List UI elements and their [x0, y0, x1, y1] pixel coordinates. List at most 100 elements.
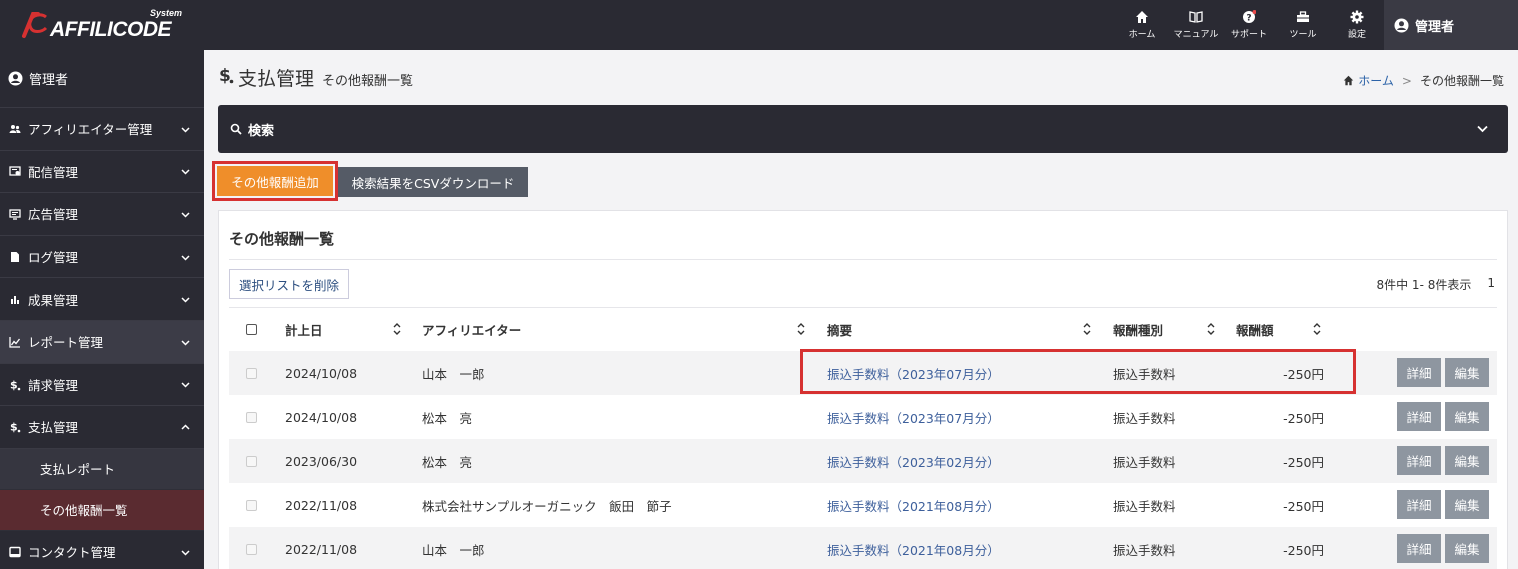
- table-row: 2024/10/08 山本 一郎 振込手数料（2023年07月分） 振込手数料 …: [229, 351, 1497, 395]
- search-icon: [230, 123, 242, 135]
- svg-text:$: $: [10, 378, 18, 391]
- pager-info: 8件中 1- 8件表示 1: [1376, 276, 1495, 293]
- sort-icon[interactable]: [1083, 322, 1091, 336]
- nav-manual[interactable]: マニュアル: [1170, 0, 1222, 50]
- monitor-icon: [9, 209, 21, 220]
- nav-settings[interactable]: 設定: [1340, 0, 1374, 50]
- cell-type: 振込手数料: [1113, 542, 1176, 558]
- search-toggle[interactable]: 検索: [218, 105, 1508, 153]
- user-name: 管理者: [1415, 19, 1455, 35]
- chevron-down-icon: [181, 340, 190, 346]
- sidebar-item-logs[interactable]: ログ管理: [0, 236, 204, 279]
- people-icon: [9, 124, 21, 133]
- sort-icon[interactable]: [393, 322, 401, 336]
- logo-text: AFFILICODE: [50, 18, 172, 41]
- table-row: 2022/11/08 山本 一郎 振込手数料（2021年08月分） 振込手数料 …: [229, 527, 1497, 569]
- edit-button[interactable]: 編集: [1445, 446, 1489, 475]
- nav-tools[interactable]: ツール: [1284, 0, 1322, 50]
- line-chart-icon: [9, 336, 21, 348]
- cell-summary-link[interactable]: 振込手数料（2021年08月分）: [827, 527, 1000, 569]
- chevron-down-icon: [181, 212, 190, 218]
- sidebar-subitem-payment-report[interactable]: 支払レポート: [0, 448, 204, 490]
- row-checkbox[interactable]: [246, 367, 257, 379]
- sidebar: 管理者 アフィリエイター管理 配信管理 広告管理 ログ管理 成果管理 レポート管…: [0, 50, 204, 569]
- sidebar-subitem-other-rewards[interactable]: その他報酬一覧: [0, 489, 204, 531]
- breadcrumb-home-link[interactable]: ホーム: [1358, 72, 1394, 89]
- breadcrumb: ホーム > その他報酬一覧: [1343, 72, 1504, 89]
- user-menu[interactable]: 管理者: [1384, 0, 1518, 50]
- cell-summary-link[interactable]: 振込手数料（2023年02月分）: [827, 439, 1000, 483]
- sort-icon[interactable]: [1207, 322, 1215, 336]
- cell-date: 2024/10/08: [285, 409, 358, 425]
- sort-icon[interactable]: [797, 322, 805, 336]
- edit-button[interactable]: 編集: [1445, 534, 1489, 563]
- edit-button[interactable]: 編集: [1445, 490, 1489, 519]
- sidebar-item-label: 支払管理: [28, 420, 79, 436]
- detail-button[interactable]: 詳細: [1397, 534, 1441, 563]
- nav-tools-label: ツール: [1289, 30, 1317, 40]
- add-other-reward-button[interactable]: その他報酬追加: [217, 166, 333, 196]
- sidebar-item-ads[interactable]: 広告管理: [0, 193, 204, 236]
- delivery-icon: [9, 166, 21, 177]
- cell-summary-link[interactable]: 振込手数料（2021年08月分）: [827, 483, 1000, 527]
- edit-button[interactable]: 編集: [1445, 358, 1489, 387]
- row-checkbox[interactable]: [246, 543, 257, 555]
- sidebar-item-conversions[interactable]: 成果管理: [0, 278, 204, 321]
- panel-title: その他報酬一覧: [229, 230, 335, 248]
- sidebar-item-reports[interactable]: レポート管理: [0, 320, 204, 364]
- row-checkbox[interactable]: [246, 499, 257, 511]
- sidebar-item-label: アフィリエイター管理: [28, 122, 153, 138]
- edit-button[interactable]: 編集: [1445, 402, 1489, 431]
- logo-suffix: System: [150, 8, 183, 18]
- toolbox-icon: [1297, 11, 1309, 22]
- col-date: 計上日: [285, 323, 323, 338]
- cell-type: 振込手数料: [1113, 410, 1176, 426]
- sidebar-item-billing[interactable]: $ 請求管理: [0, 364, 204, 407]
- csv-download-button[interactable]: 検索結果をCSVダウンロード: [338, 167, 528, 197]
- page-link[interactable]: 1: [1487, 276, 1495, 293]
- delete-selected-button[interactable]: 選択リストを削除: [229, 269, 350, 299]
- page-subtitle: その他報酬一覧: [322, 74, 414, 89]
- chevron-down-icon: [181, 127, 190, 133]
- row-checkbox[interactable]: [246, 455, 257, 467]
- sidebar-item-label: 成果管理: [28, 292, 79, 308]
- cell-affiliate: 株式会社サンプルオーガニック 飯田 節子: [422, 498, 672, 514]
- detail-button[interactable]: 詳細: [1397, 402, 1441, 431]
- logo-mark-icon: [22, 12, 48, 38]
- main-content: $ 支払管理 その他報酬一覧 ホーム > その他報酬一覧 検索 その他報酬追加 …: [204, 50, 1518, 569]
- col-summary: 摘要: [827, 323, 853, 338]
- nav-support[interactable]: ? サポート: [1228, 0, 1270, 50]
- detail-button[interactable]: 詳細: [1397, 446, 1441, 475]
- dollar-icon: $: [10, 378, 21, 391]
- cell-amount: -250円: [1283, 542, 1324, 558]
- nav-settings-label: 設定: [1347, 30, 1366, 40]
- cell-date: 2022/11/08: [285, 541, 358, 557]
- sidebar-item-payments[interactable]: $ 支払管理: [0, 406, 204, 449]
- detail-button[interactable]: 詳細: [1397, 358, 1441, 387]
- cell-summary-link[interactable]: 振込手数料（2023年07月分）: [827, 351, 1000, 395]
- sidebar-item-affiliates[interactable]: アフィリエイター管理: [0, 108, 204, 151]
- sidebar-item-delivery[interactable]: 配信管理: [0, 151, 204, 194]
- sidebar-item-label: レポート管理: [28, 335, 104, 351]
- row-checkbox[interactable]: [246, 411, 257, 423]
- cell-affiliate: 山本 一郎: [422, 366, 485, 382]
- affilicode-logo[interactable]: AFFILICODE System: [20, 6, 190, 46]
- nav-home[interactable]: ホーム: [1124, 0, 1160, 50]
- table-header: 計上日 アフィリエイター 摘要 報酬種別 報酬額: [229, 308, 1497, 351]
- svg-text:?: ?: [1246, 14, 1251, 24]
- table-row: 2024/10/08 松本 亮 振込手数料（2023年07月分） 振込手数料 -…: [229, 395, 1497, 439]
- sidebar-item-contacts[interactable]: コンタクト管理: [0, 531, 204, 569]
- cell-summary-link[interactable]: 振込手数料（2023年07月分）: [827, 395, 1000, 439]
- sort-icon[interactable]: [1313, 322, 1321, 336]
- table-row: 2022/11/08 株式会社サンプルオーガニック 飯田 節子 振込手数料（20…: [229, 483, 1497, 527]
- sidebar-user[interactable]: 管理者: [0, 50, 204, 108]
- chevron-down-icon: [181, 550, 190, 556]
- divider: [229, 259, 1497, 260]
- select-all-checkbox[interactable]: [246, 324, 257, 335]
- cell-type: 振込手数料: [1113, 366, 1176, 382]
- add-button-highlight: その他報酬追加: [212, 161, 338, 201]
- svg-text:$: $: [219, 66, 231, 85]
- detail-button[interactable]: 詳細: [1397, 490, 1441, 519]
- row-checkbox-cell: [246, 395, 257, 439]
- chevron-down-icon: [1477, 125, 1488, 133]
